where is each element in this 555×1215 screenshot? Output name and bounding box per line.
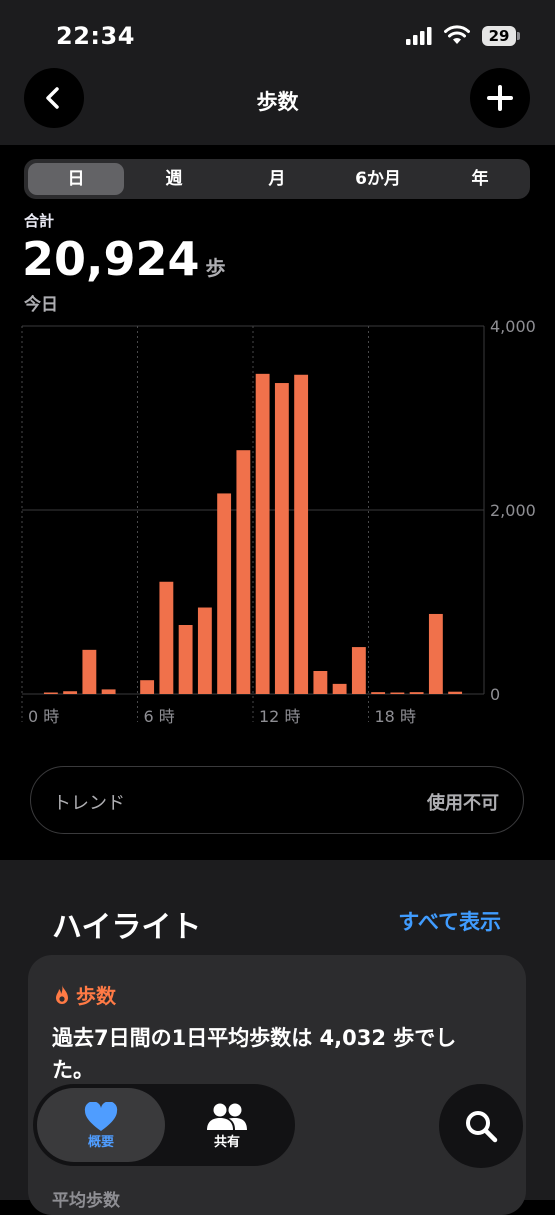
total-steps-unit: 歩	[205, 256, 226, 280]
bar-hour-15[interactable]	[313, 671, 328, 694]
bar-hour-18[interactable]	[371, 692, 386, 694]
trend-row[interactable]: トレンド 使用不可	[30, 766, 524, 834]
tab-bar: 概要 共有	[32, 1083, 296, 1167]
total-steps-value: 20,924	[22, 232, 200, 286]
highlight-subtitle: 平均歩数	[52, 1191, 120, 1211]
bar-hour-19[interactable]	[390, 692, 405, 695]
x-tick-label: 0 時	[28, 707, 59, 726]
y-tick-label: 2,000	[490, 501, 536, 520]
battery-cap	[517, 32, 520, 40]
bar-hour-9[interactable]	[197, 607, 212, 694]
show-all-link[interactable]: すべて表示	[398, 906, 501, 936]
segment-month[interactable]: 月	[229, 163, 325, 195]
bar-hour-6[interactable]	[140, 680, 155, 694]
people-icon	[207, 1103, 247, 1130]
total-steps: 20,924 歩	[22, 232, 226, 286]
bar-hour-17[interactable]	[351, 647, 366, 694]
plus-icon	[487, 85, 513, 111]
period-segmented-control: 日 週 月 6か月 年	[24, 159, 530, 199]
tab-sharing-label: 共有	[213, 1135, 240, 1150]
trend-label: トレンド	[53, 793, 125, 814]
total-label: 合計	[24, 212, 55, 230]
highlight-category: 歩数	[52, 980, 116, 1009]
wifi-icon	[444, 25, 470, 44]
highlight-category-label: 歩数	[76, 984, 116, 1008]
bar-hour-11[interactable]	[236, 450, 251, 694]
add-data-button[interactable]	[470, 68, 530, 128]
battery-indicator: 29	[482, 26, 516, 46]
trend-value: 使用不可	[427, 793, 499, 814]
bar-hour-8[interactable]	[178, 625, 193, 694]
bar-hour-7[interactable]	[159, 581, 174, 694]
heart-icon	[84, 1102, 118, 1131]
x-tick-label: 12 時	[259, 707, 300, 726]
x-tick-label: 18 時	[375, 707, 416, 726]
bar-hour-10[interactable]	[217, 493, 232, 694]
y-tick-label: 4,000	[490, 317, 536, 336]
search-button[interactable]	[438, 1083, 524, 1169]
bar-hour-22[interactable]	[448, 691, 463, 694]
segment-six-months[interactable]: 6か月	[330, 163, 426, 195]
highlights-title: ハイライト	[52, 910, 202, 945]
steps-bar-chart[interactable]: 0 時 6 時 12 時 18 時 4,000 2,000 0	[0, 310, 555, 730]
tab-summary[interactable]: 概要	[37, 1088, 165, 1162]
bar-hour-13[interactable]	[274, 383, 289, 694]
segment-week[interactable]: 週	[126, 163, 222, 195]
bar-hour-20[interactable]	[409, 692, 424, 694]
bar-hour-21[interactable]	[428, 613, 443, 694]
segment-day[interactable]: 日	[28, 163, 124, 195]
bar-hour-3[interactable]	[82, 649, 97, 694]
status-time: 22:34	[56, 22, 135, 50]
bar-hour-4[interactable]	[101, 689, 116, 694]
y-tick-label: 0	[490, 685, 500, 704]
x-tick-label: 6 時	[144, 707, 175, 726]
bar-hour-16[interactable]	[332, 683, 347, 694]
bar-hour-12[interactable]	[255, 373, 270, 694]
highlight-text: 過去7日間の1日平均歩数は 4,032 歩でした。	[52, 1026, 457, 1082]
segment-year[interactable]: 年	[432, 163, 528, 195]
bar-hour-14[interactable]	[294, 374, 309, 694]
cellular-signal-icon	[406, 27, 432, 45]
bar-hour-1[interactable]	[43, 692, 58, 695]
bar-hour-2[interactable]	[63, 691, 78, 694]
search-icon	[466, 1111, 498, 1143]
tab-summary-label: 概要	[87, 1135, 114, 1150]
tab-sharing[interactable]: 共有	[163, 1088, 291, 1162]
flame-icon	[56, 984, 68, 1004]
